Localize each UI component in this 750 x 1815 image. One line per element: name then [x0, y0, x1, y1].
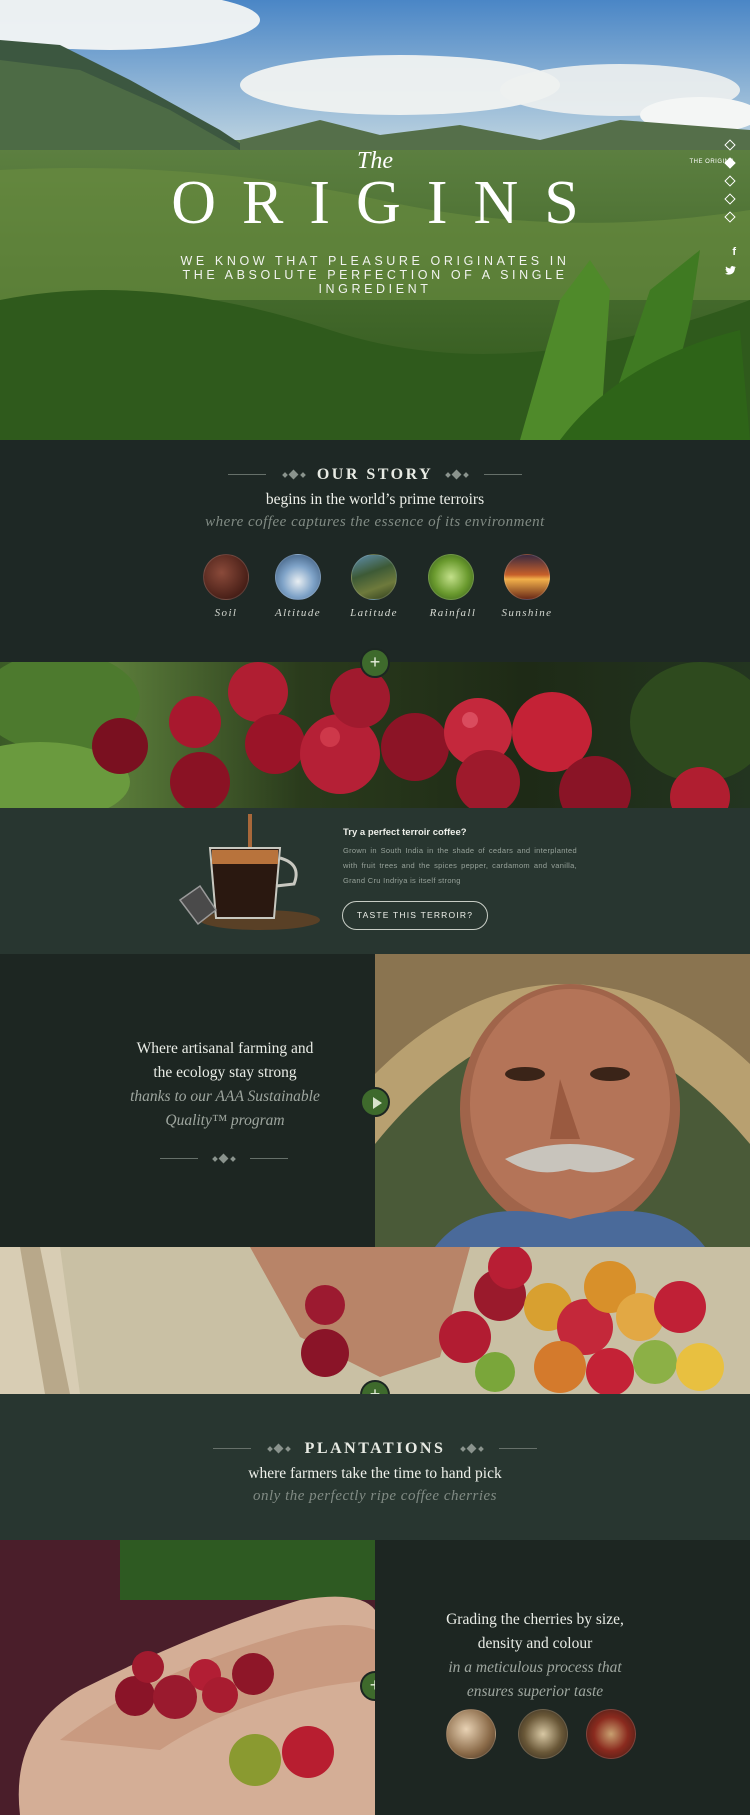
artisan-line-1: Where artisanal farming and [136, 1040, 314, 1057]
terroir-title: Try a perfect terroir coffee? [343, 827, 467, 838]
farmer-portrait-illustration [375, 954, 750, 1247]
artisan-line-2: the ecology stay strong [153, 1064, 297, 1081]
ornament-diamond [230, 1156, 236, 1162]
expand-story-button[interactable]: + [360, 648, 390, 678]
grading-colour-thumbnail[interactable] [586, 1709, 636, 1759]
rainfall-thumbnail[interactable] [428, 554, 474, 600]
grading-size-thumbnail[interactable] [446, 1709, 496, 1759]
hand-picking-image [0, 1247, 750, 1394]
story-line-1: begins in the world’s prime terroirs [265, 491, 485, 508]
heading-rule-right [499, 1448, 537, 1449]
grading-line-1: Grading the cherries by size, [446, 1611, 624, 1628]
latitude-thumbnail[interactable] [351, 554, 397, 600]
story-line-2: where coffee captures the essence of its… [205, 514, 545, 530]
our-story-heading: OUR STORY [316, 466, 434, 483]
cherries-in-palm-image [0, 1540, 375, 1815]
artisanal-farming-section: Where artisanal farming and the ecology … [0, 954, 375, 1247]
ornament-diamond [218, 1153, 229, 1164]
altitude-thumbnail[interactable] [275, 554, 321, 600]
facebook-icon[interactable]: f [732, 246, 736, 258]
coffee-cherries-image [0, 662, 750, 808]
hero-section: The ORIGINS WE KNOW THAT PLEASURE ORIGIN… [0, 0, 750, 440]
our-story-section: OUR STORY begins in the world’s prime te… [0, 440, 750, 662]
sunshine-thumbnail[interactable] [504, 554, 550, 600]
twitter-icon[interactable] [725, 266, 736, 278]
artisan-line-3: thanks to our AAA Sustainable [130, 1088, 320, 1105]
coffee-cherries-illustration [0, 662, 750, 808]
taste-this-terroir-button[interactable]: TASTE THIS TERROIR? [342, 901, 488, 930]
plantations-line-1: where farmers take the time to hand pick [248, 1465, 502, 1482]
hero-subtitle: WE KNOW THAT PLEASURE ORIGINATES IN THE … [180, 254, 570, 296]
hero-title: ORIGINS [171, 169, 605, 237]
plantations-line-2: only the perfectly ripe coffee cherries [253, 1488, 497, 1504]
ornament-rule-right [250, 1158, 288, 1159]
heading-rule-right [484, 474, 522, 475]
play-video-button[interactable] [360, 1087, 390, 1117]
factor-label-latitude: Latitude [350, 607, 398, 619]
terroir-description: Grown in South India in the shade of ced… [343, 846, 577, 885]
coffee-cup-capsule-image [178, 814, 320, 930]
plantations-section: PLANTATIONS where farmers take the time … [0, 1394, 750, 1540]
soil-thumbnail[interactable] [203, 554, 249, 600]
cherries-in-palm-illustration [0, 1540, 375, 1815]
plantations-heading: PLANTATIONS [304, 1440, 446, 1457]
farmer-portrait-image [375, 954, 750, 1247]
ornament-diamond [212, 1156, 218, 1162]
grading-line-2: density and colour [477, 1635, 593, 1652]
hand-picking-illustration [0, 1247, 750, 1394]
ornament-rule-left [160, 1158, 198, 1159]
artisan-line-4: Quality™ program [165, 1112, 285, 1129]
grading-line-4: ensures superior taste [466, 1683, 604, 1700]
grading-line-3: in a meticulous process that [448, 1659, 622, 1676]
grading-density-thumbnail[interactable] [518, 1709, 568, 1759]
factor-label-sunshine: Sunshine [501, 607, 553, 619]
